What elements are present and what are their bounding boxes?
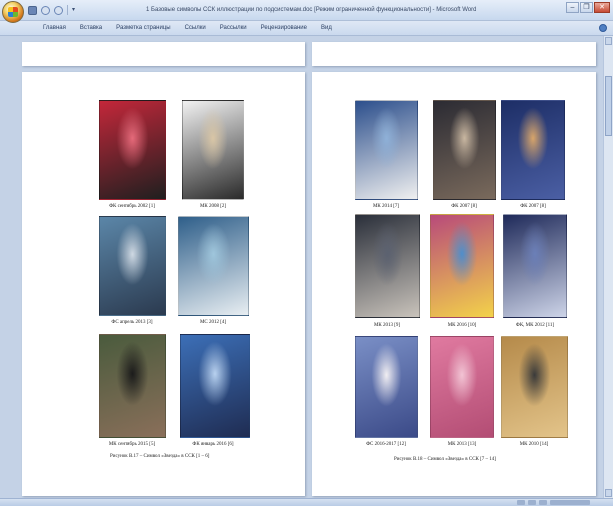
photo-caption: ФК, МК 2012 [11] — [515, 323, 555, 328]
view-full-screen-icon[interactable] — [528, 500, 536, 505]
photo-left-6 — [180, 334, 250, 438]
ribbon-tabs-bar: Главная Вставка Разметка страницы Ссылки… — [0, 21, 613, 36]
office-logo-icon — [8, 7, 18, 17]
photo-right-7 — [355, 336, 418, 438]
photo-left-2 — [182, 100, 244, 200]
tab-insert[interactable]: Вставка — [73, 23, 109, 33]
photo-left-1 — [99, 100, 166, 200]
photo-right-2 — [433, 100, 496, 200]
photo-caption: МС 2012 [4] — [199, 320, 227, 325]
tab-review[interactable]: Рецензирование — [254, 23, 314, 33]
zoom-slider[interactable] — [550, 500, 590, 505]
status-bar — [0, 498, 613, 506]
photo-caption: МК 2010 [14] — [519, 442, 549, 447]
title-bar: ▾ 1 Базовые символы ССК иллюстрации по п… — [0, 0, 613, 23]
close-icon[interactable]: ✕ — [594, 2, 610, 13]
previous-page-bottom-right — [312, 42, 596, 66]
tab-mailings[interactable]: Рассылки — [213, 23, 254, 33]
undo-icon[interactable] — [41, 5, 50, 15]
restore-icon[interactable]: ❐ — [580, 2, 593, 13]
minimize-icon[interactable]: – — [566, 2, 579, 13]
photo-right-5 — [430, 214, 494, 318]
ribbon-tabs: Главная Вставка Разметка страницы Ссылки… — [36, 23, 339, 33]
photo-left-4 — [178, 216, 249, 316]
photo-caption: ФК 2007 [8] — [520, 204, 546, 209]
previous-page-bottom-left — [22, 42, 305, 66]
scroll-down-icon[interactable] — [605, 489, 612, 497]
photo-right-8 — [430, 336, 494, 438]
customize-toolbar-chevron-icon[interactable]: ▾ — [72, 5, 75, 15]
photo-right-9 — [501, 336, 568, 438]
view-buttons — [517, 500, 607, 505]
figure-caption: Рисунок В.18 – Символ «Звезда» в ССК [7 … — [394, 457, 496, 462]
scroll-up-icon[interactable] — [605, 37, 612, 45]
photo-right-1 — [355, 100, 418, 200]
save-icon[interactable] — [28, 5, 37, 15]
photo-right-6 — [503, 214, 567, 318]
tab-page-layout[interactable]: Разметка страницы — [109, 23, 177, 33]
office-button[interactable] — [2, 1, 24, 23]
tab-references[interactable]: Ссылки — [178, 23, 213, 33]
photo-left-5 — [99, 334, 166, 438]
vertical-scrollbar[interactable] — [603, 36, 613, 498]
window-controls: – ❐ ✕ — [566, 2, 610, 13]
toolbar-separator — [67, 5, 68, 15]
view-print-layout-icon[interactable] — [517, 500, 525, 505]
document-page-right: МК 2014 [7] ФК 2007 [8] ФК 2007 [8] МК 2… — [312, 72, 596, 496]
figure-caption: Рисунок В.17 – Символ «Звезда» в ССК [1 … — [110, 454, 210, 459]
view-web-layout-icon[interactable] — [539, 500, 547, 505]
help-icon[interactable] — [599, 24, 607, 32]
document-page-left: ФК сентябрь 2002 [1] МК 2008 [2] ФС апре… — [22, 72, 305, 496]
tab-home[interactable]: Главная — [36, 23, 73, 33]
window-title: 1 Базовые символы ССК иллюстрации по под… — [146, 7, 476, 13]
quick-access-toolbar: ▾ — [28, 4, 75, 16]
photo-caption: ФК январь 2016 [6] — [192, 442, 234, 447]
photo-caption: МК 2008 [2] — [199, 204, 227, 209]
tab-view[interactable]: Вид — [314, 23, 339, 33]
redo-icon[interactable] — [54, 5, 63, 15]
photo-right-4 — [355, 214, 420, 318]
photo-right-3 — [501, 100, 565, 200]
photo-left-3 — [99, 216, 166, 316]
scrollbar-thumb[interactable] — [605, 76, 612, 136]
